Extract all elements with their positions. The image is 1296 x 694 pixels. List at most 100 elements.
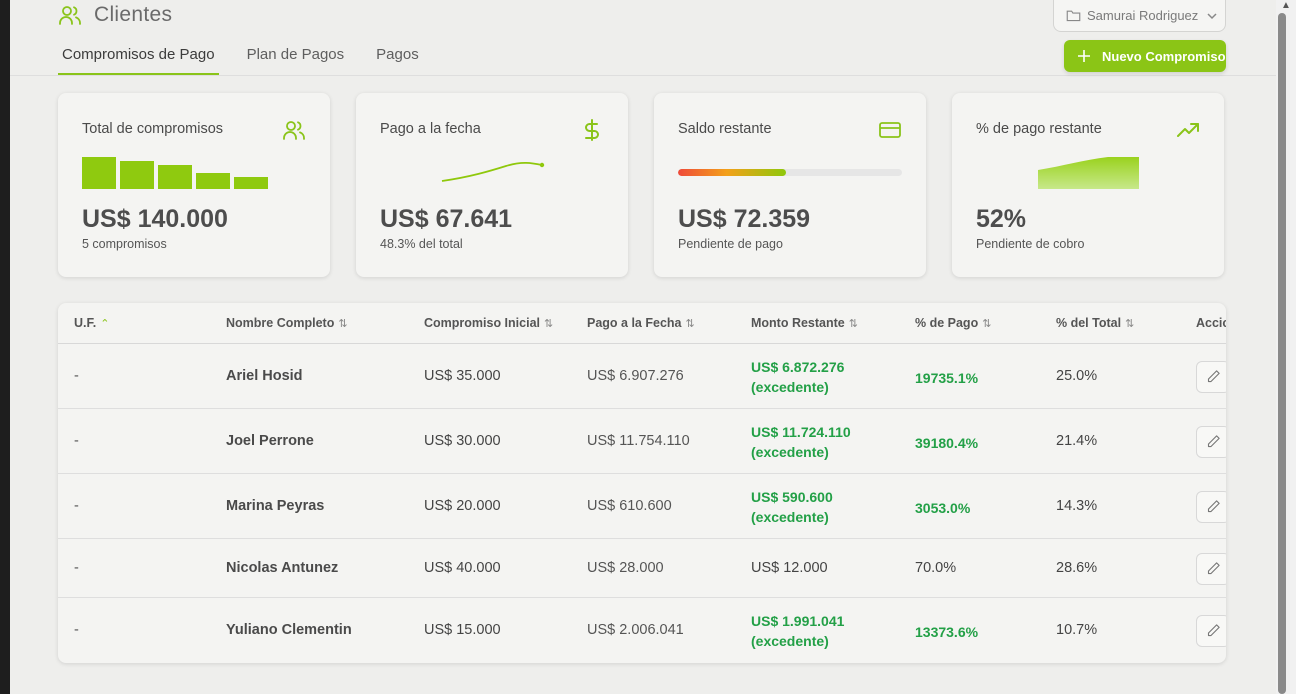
user-select[interactable]: Samurai Rodriguez — [1053, 0, 1226, 32]
users-icon — [59, 6, 81, 25]
cell-uf: - — [74, 559, 79, 576]
col-acciones: Acciones — [1196, 316, 1226, 330]
card-value: US$ 72.359 — [678, 205, 811, 233]
col-uf[interactable]: U.F. ⌃ — [74, 316, 109, 330]
table-row: - Nicolas Antunez US$ 40.000 US$ 28.000 US$ … — [58, 539, 1226, 598]
mini-bar — [234, 177, 268, 189]
edit-button[interactable] — [1196, 490, 1226, 523]
col-label: Monto Restante — [751, 316, 845, 330]
col-pct-total[interactable]: % del Total ⇅ — [1056, 316, 1134, 330]
dollar-icon — [585, 119, 599, 141]
cell-pct-total: 28.6% — [1056, 559, 1098, 576]
tabs: Compromisos de Pago Plan de Pagos Pagos — [58, 40, 447, 75]
cell-pct-total: 10.7% — [1056, 621, 1098, 638]
card-label: Total de compromisos — [82, 121, 224, 137]
tab-compromisos[interactable]: Compromisos de Pago — [58, 40, 219, 75]
payment-progress-bar — [678, 169, 902, 176]
col-restante[interactable]: Monto Restante ⇅ — [751, 316, 858, 330]
cell-compromiso: US$ 40.000 — [424, 559, 501, 576]
col-compromiso[interactable]: Compromiso Inicial ⇅ — [424, 316, 553, 330]
col-label: Acciones — [1196, 316, 1226, 330]
mini-bar — [120, 161, 154, 189]
cell-pct-total: 25.0% — [1056, 367, 1098, 384]
cell-pct-pago: 3053.0% — [915, 499, 971, 516]
cell-pago: US$ 11.754.110 — [587, 432, 690, 449]
page-title: Clientes — [94, 3, 173, 26]
tab-plan-de-pagos[interactable]: Plan de Pagos — [243, 40, 349, 75]
area-sparkline — [1038, 157, 1139, 189]
edit-button[interactable] — [1196, 360, 1226, 393]
edit-button[interactable] — [1196, 552, 1226, 585]
cell-compromiso: US$ 30.000 — [424, 432, 501, 449]
credit-card-icon — [879, 122, 901, 138]
pencil-icon — [1207, 624, 1220, 637]
sparkline — [441, 161, 545, 182]
card-label: % de pago restante — [976, 121, 1102, 137]
mini-bar — [82, 157, 116, 189]
col-pago[interactable]: Pago a la Fecha ⇅ — [587, 316, 695, 330]
cell-restante: US$ 12.000 — [751, 559, 828, 576]
trending-up-icon — [1177, 123, 1199, 137]
table-row: - Marina Peyras US$ 20.000 US$ 610.600 US$ 5… — [58, 474, 1226, 539]
restante-note: (excedente) — [751, 508, 829, 525]
commitments-table: U.F. ⌃ Nombre Completo ⇅ Compromiso Inicia… — [58, 303, 1226, 663]
vertical-scrollbar[interactable]: ▲ — [1276, 0, 1296, 694]
sort-icon: ⇅ — [544, 317, 554, 330]
sort-icon: ⇅ — [685, 317, 695, 330]
card-subtitle: 48.3% del total — [380, 237, 463, 251]
cell-pct-pago: 70.0% — [915, 559, 957, 576]
col-label: % del Total — [1056, 316, 1122, 330]
new-commitment-button[interactable]: Nuevo Compromiso — [1064, 40, 1226, 72]
cell-nombre: Ariel Hosid — [226, 367, 303, 384]
sort-icon: ⇅ — [338, 317, 348, 330]
cell-pago: US$ 2.006.041 — [587, 621, 684, 638]
col-nombre[interactable]: Nombre Completo ⇅ — [226, 316, 348, 330]
cell-pago: US$ 610.600 — [587, 497, 672, 514]
sort-icon: ⇅ — [848, 317, 858, 330]
new-commitment-label: Nuevo Compromiso — [1102, 48, 1226, 64]
cell-uf: - — [74, 367, 79, 384]
card-subtitle: Pendiente de pago — [678, 237, 783, 251]
cell-pct-pago: 13373.6% — [915, 623, 979, 640]
cell-pct-total: 14.3% — [1056, 497, 1098, 514]
card-label: Pago a la fecha — [380, 121, 481, 137]
cell-compromiso: US$ 15.000 — [424, 621, 501, 638]
cell-pct-total: 21.4% — [1056, 432, 1098, 449]
card-value: 52% — [976, 205, 1027, 233]
edit-button[interactable] — [1196, 614, 1226, 647]
pencil-icon — [1207, 370, 1220, 383]
col-label: Pago a la Fecha — [587, 316, 682, 330]
table-header: U.F. ⌃ Nombre Completo ⇅ Compromiso Inicia… — [58, 303, 1226, 344]
restante-note: (excedente) — [751, 443, 829, 460]
card-value: US$ 140.000 — [82, 205, 228, 233]
plus-icon — [1078, 50, 1090, 62]
cell-pct-pago: 39180.4% — [915, 434, 979, 451]
restante-amount: US$ 11.724.110 — [751, 423, 851, 440]
cell-restante: US$ 6.872.276 (excedente) — [751, 357, 844, 397]
col-pct-pago[interactable]: % de Pago ⇅ — [915, 316, 991, 330]
folder-icon — [1066, 10, 1081, 22]
card-pct-restante: % de pago restante 52% Pendiente de cobr… — [952, 93, 1224, 277]
scroll-thumb[interactable] — [1278, 13, 1286, 694]
page-header: Clientes — [58, 3, 172, 27]
restante-note: (excedente) — [751, 378, 829, 395]
card-pago-fecha: Pago a la fecha US$ 67.641 48.3% del tot… — [356, 93, 628, 277]
restante-amount: US$ 6.872.276 — [751, 358, 845, 375]
mini-bar-chart — [82, 157, 268, 189]
pencil-icon — [1207, 435, 1220, 448]
table-row: - Ariel Hosid US$ 35.000 US$ 6.907.276 US$ 6… — [58, 344, 1226, 409]
cell-nombre: Nicolas Antunez — [226, 559, 339, 576]
mini-bar — [196, 173, 230, 189]
card-subtitle: 5 compromisos — [82, 237, 167, 251]
tab-pagos[interactable]: Pagos — [372, 40, 423, 75]
tabs-divider — [10, 75, 1276, 76]
app-window: Clientes Samurai Rodriguez Compromisos d… — [10, 0, 1276, 694]
edit-button[interactable] — [1196, 425, 1226, 458]
cell-restante: US$ 1.991.041 (excedente) — [751, 611, 844, 651]
restante-amount: US$ 1.991.041 — [751, 612, 845, 629]
cell-restante: US$ 590.600 (excedente) — [751, 487, 833, 527]
cell-restante: US$ 11.724.110 (excedente) — [751, 422, 851, 462]
pencil-icon — [1207, 500, 1220, 513]
scroll-up-arrow-icon[interactable]: ▲ — [1276, 0, 1296, 14]
col-label: % de Pago — [915, 316, 979, 330]
